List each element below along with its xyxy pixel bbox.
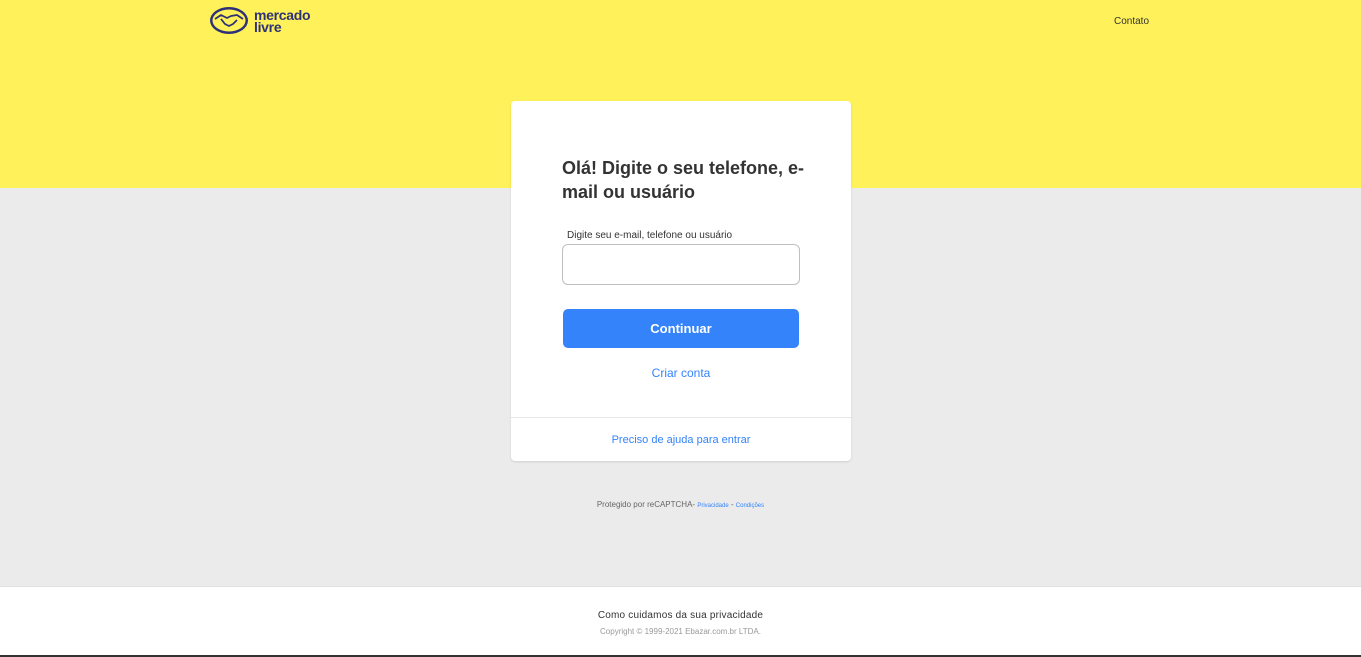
recaptcha-text: Protegido por reCAPTCHA- (596, 500, 696, 509)
login-help-link[interactable]: Preciso de ajuda para entrar (511, 434, 851, 446)
logo-wordmark: mercado livre (254, 8, 311, 35)
page-title: Olá! Digite o seu telefone, e-mail ou us… (562, 158, 805, 202)
recaptcha-notice: Protegido por reCAPTCHA- Privacidade - C… (0, 500, 1361, 509)
copyright-text: Copyright © 1999-2021 Ebazar.com.br LTDA… (600, 627, 761, 636)
login-card: Olá! Digite o seu telefone, e-mail ou us… (511, 101, 851, 461)
footer: Como cuidamos da sua privacidade Copyrig… (0, 586, 1361, 656)
logo-text-line2: livre (254, 18, 282, 35)
contact-link[interactable]: Contato (1114, 16, 1149, 27)
handshake-logo-icon (210, 7, 248, 34)
privacy-policy-link[interactable]: Como cuidamos da sua privacidade (0, 610, 1361, 621)
create-account-link[interactable]: Criar conta (511, 366, 851, 380)
continue-button[interactable]: Continuar (563, 309, 799, 348)
recaptcha-separator: - (728, 500, 736, 509)
recaptcha-terms-link[interactable]: Condições (736, 503, 764, 509)
card-divider (511, 417, 851, 418)
user-identifier-input[interactable] (562, 244, 800, 285)
recaptcha-privacy-link[interactable]: Privacidade (697, 503, 728, 509)
mercado-livre-logo[interactable]: mercado livre (209, 6, 311, 35)
user-field-label: Digite seu e-mail, telefone ou usuário (567, 230, 733, 241)
